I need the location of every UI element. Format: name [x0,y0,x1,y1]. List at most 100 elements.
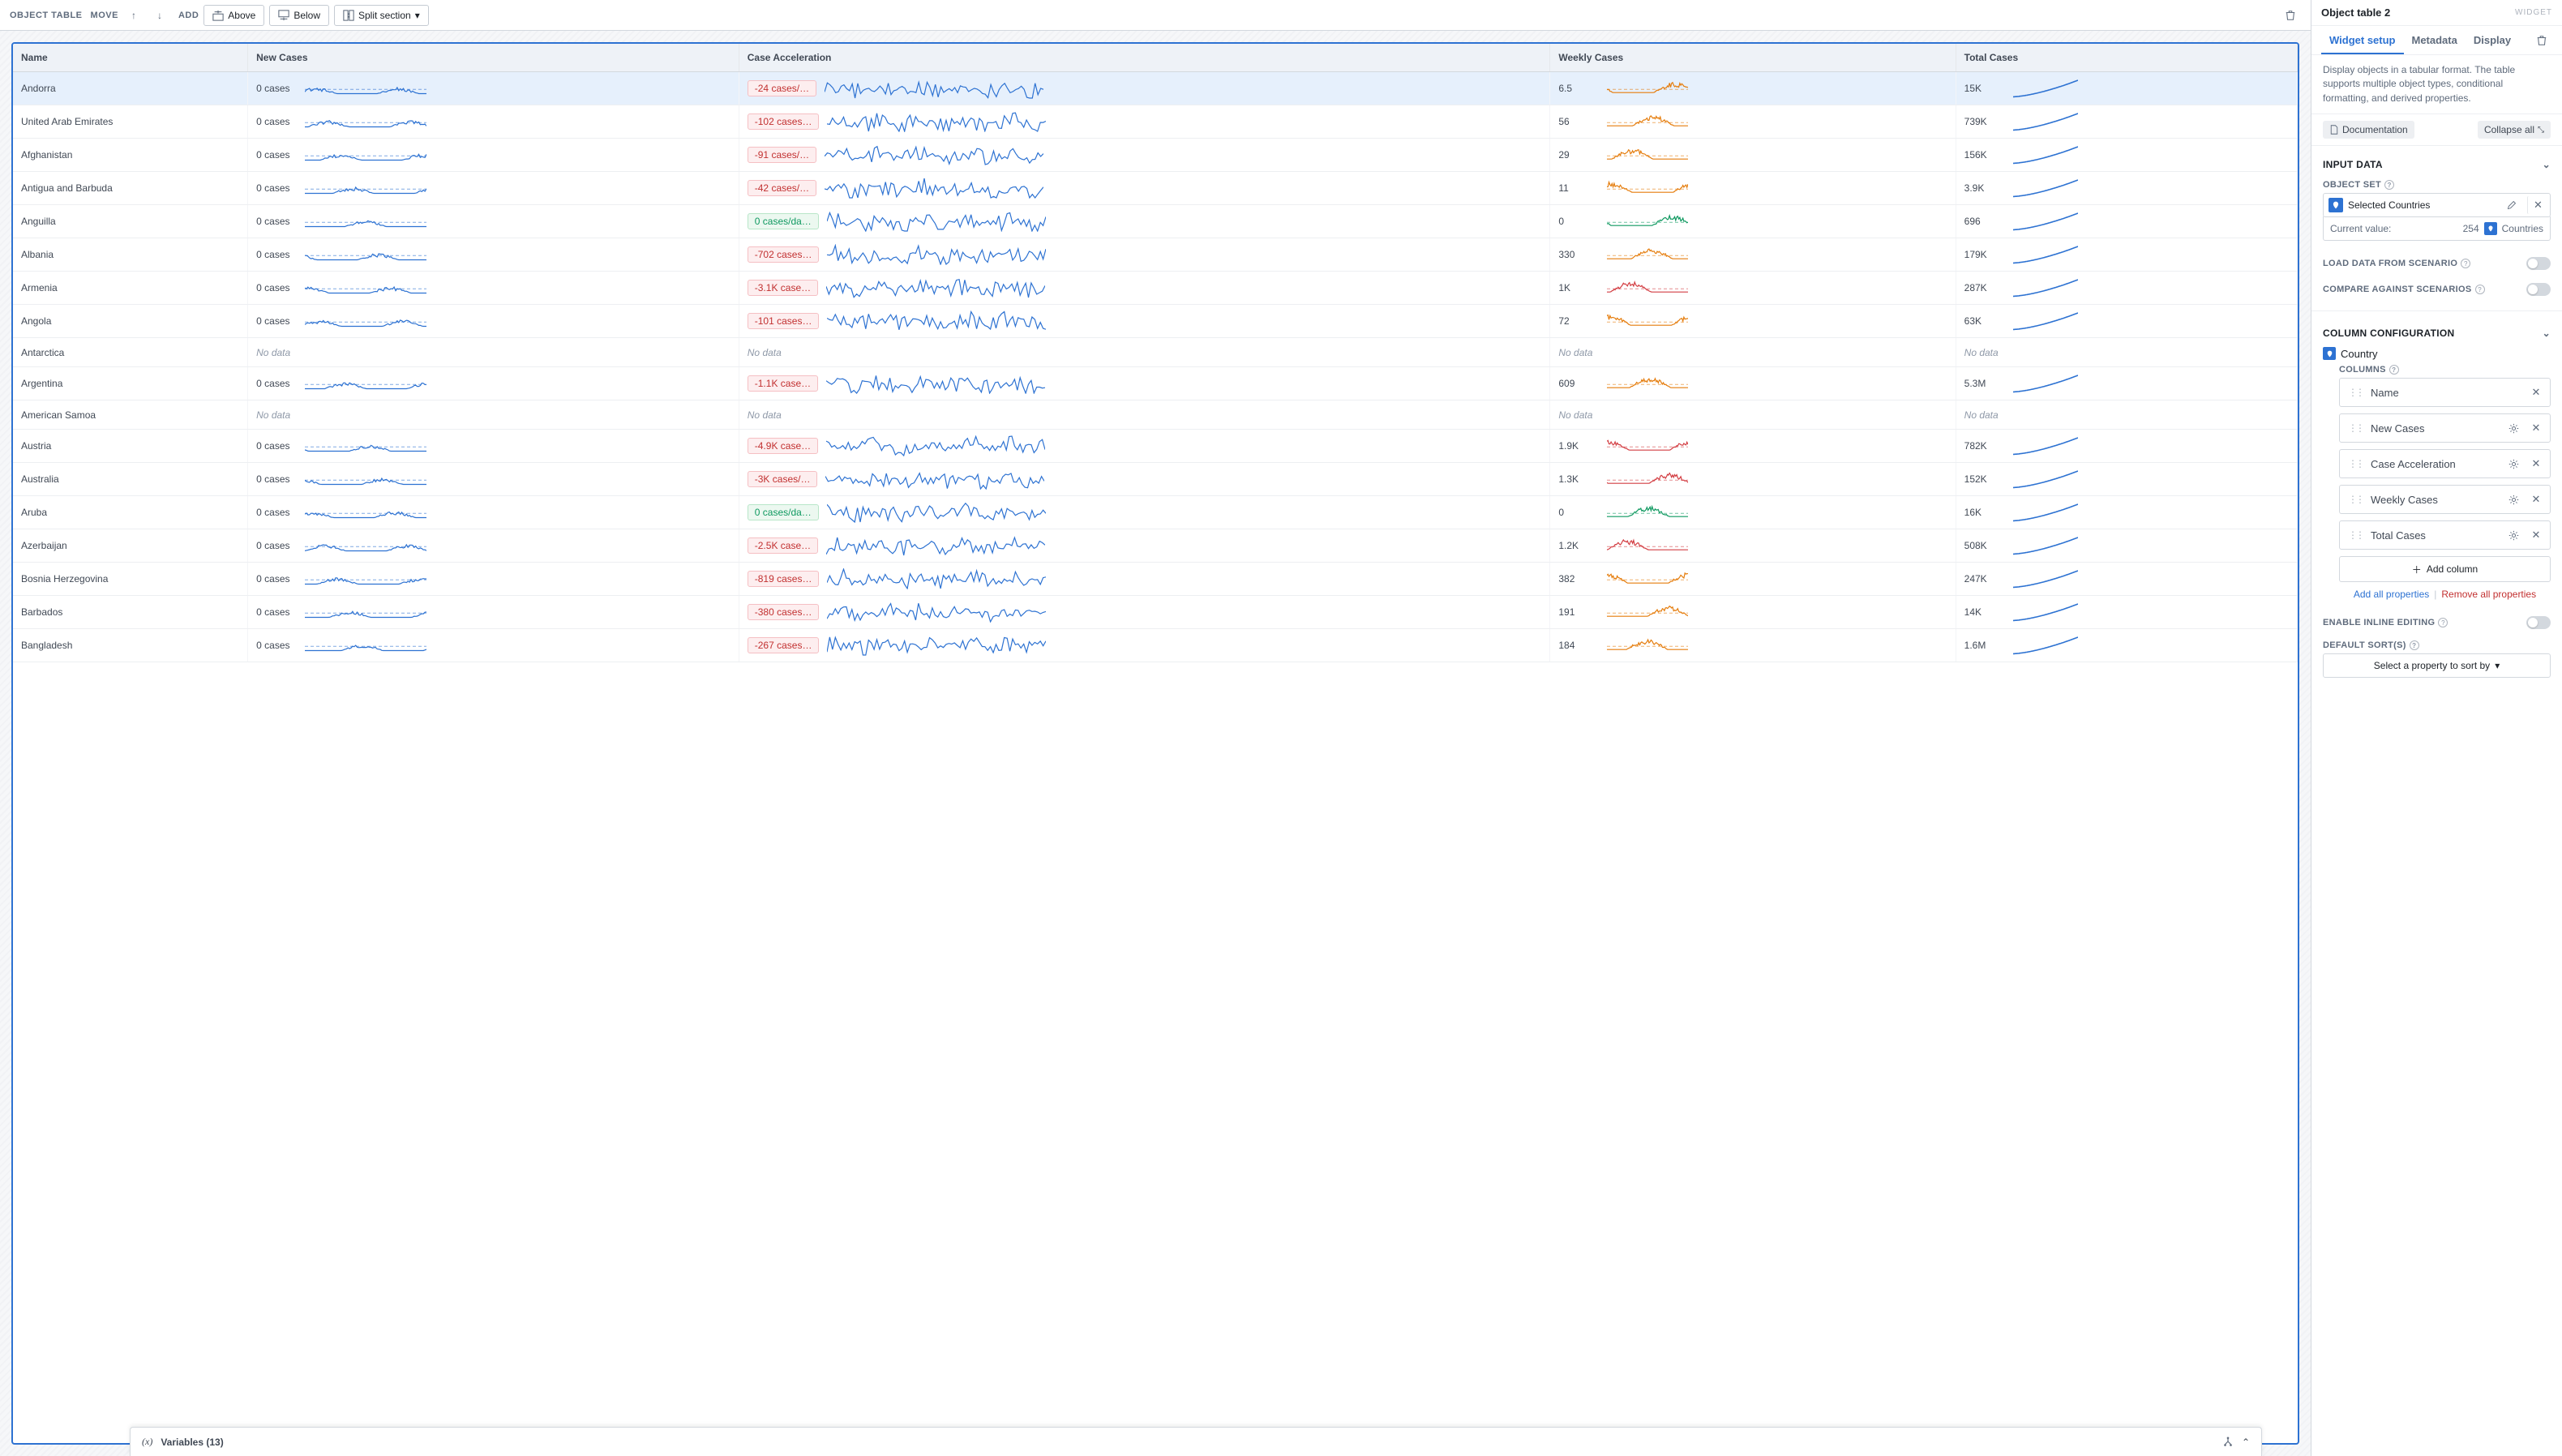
sparkline-weekly [1607,177,1688,199]
load-scenario-toggle[interactable] [2526,257,2551,270]
drag-handle-icon[interactable]: ⋮⋮ [2345,458,2366,469]
acceleration-pill: 0 cases/da… [748,213,819,229]
remove-column-button[interactable]: ✕ [2527,419,2545,437]
column-settings-button[interactable] [2504,455,2522,473]
input-data-heading[interactable]: INPUT DATA ⌄ [2323,154,2551,175]
chevron-down-icon: ⌄ [2543,328,2551,339]
table-row[interactable]: Antigua and Barbuda0 cases-42 cases/…113… [13,172,2298,205]
column-config-item[interactable]: ⋮⋮New Cases✕ [2339,413,2551,443]
sparkline-new-cases [305,143,426,166]
branch-icon[interactable] [2222,1437,2234,1448]
column-config-item[interactable]: ⋮⋮Name✕ [2339,378,2551,407]
column-settings-button[interactable] [2504,419,2522,437]
column-config-item[interactable]: ⋮⋮Total Cases✕ [2339,520,2551,550]
table-row[interactable]: Australia0 cases-3K cases/…1.3K152K [13,463,2298,496]
sparkline-acceleration [826,372,1045,395]
cell-total-cases: 782K [1956,430,2297,463]
help-icon[interactable]: ? [2475,285,2485,294]
add-all-properties-link[interactable]: Add all properties [2354,589,2429,600]
table-row[interactable]: Afghanistan0 cases-91 cases/…29156K [13,139,2298,172]
sparkline-total [2013,601,2078,623]
column-config-item[interactable]: ⋮⋮Weekly Cases✕ [2339,485,2551,514]
section-column-configuration: COLUMN CONFIGURATION ⌄ Country COLUMNS ?… [2311,315,2562,683]
move-up-button[interactable]: ↑ [123,5,144,26]
table-row[interactable]: Armenia0 cases-3.1K case…1K287K [13,272,2298,305]
table-row[interactable]: Barbados0 cases-380 cases…19114K [13,596,2298,629]
table-row[interactable]: Aruba0 cases0 cases/da…016K [13,496,2298,529]
help-icon[interactable]: ? [2410,640,2419,650]
tab-display[interactable]: Display [2466,26,2519,54]
th-name[interactable]: Name [13,44,248,72]
table-row[interactable]: Angola0 cases-101 cases…7263K [13,305,2298,338]
table-row[interactable]: Austria0 cases-4.9K case…1.9K782K [13,430,2298,463]
split-section-button[interactable]: Split section ▾ [334,5,429,26]
cell-name: Albania [13,238,248,272]
tab-widget-setup[interactable]: Widget setup [2321,26,2404,54]
column-config-item[interactable]: ⋮⋮Case Acceleration✕ [2339,449,2551,478]
remove-column-button[interactable]: ✕ [2527,526,2545,544]
clear-object-set-button[interactable]: ✕ [2527,196,2545,214]
object-set-input[interactable]: Selected Countries ✕ [2323,193,2551,217]
sparkline-acceleration [827,110,1046,133]
column-settings-button[interactable] [2504,526,2522,544]
sparkline-new-cases [305,534,426,557]
documentation-link[interactable]: Documentation [2323,121,2414,139]
th-weekly-cases[interactable]: Weekly Cases [1550,44,1956,72]
remove-column-button[interactable]: ✕ [2527,490,2545,508]
th-new-cases[interactable]: New Cases [248,44,739,72]
cell-total-cases: No data [1956,338,2297,367]
remove-column-button[interactable]: ✕ [2527,383,2545,401]
cell-case-acceleration: -91 cases/… [739,139,1550,172]
remove-all-properties-link[interactable]: Remove all properties [2441,589,2536,600]
help-icon[interactable]: ? [2384,180,2394,190]
sparkline-weekly [1607,110,1688,133]
cell-total-cases: 1.6M [1956,629,2297,662]
help-icon[interactable]: ? [2438,618,2448,627]
sparkline-total [2013,243,2078,266]
table-row[interactable]: AntarcticaNo dataNo dataNo dataNo data [13,338,2298,367]
cell-total-cases: 5.3M [1956,367,2297,400]
object-table-widget[interactable]: Name New Cases Case Acceleration Weekly … [11,42,2299,1445]
delete-widget-button[interactable] [2280,5,2301,26]
add-below-button[interactable]: Below [269,5,329,26]
inline-editing-toggle[interactable] [2526,616,2551,629]
add-above-button[interactable]: Above [204,5,264,26]
tab-metadata[interactable]: Metadata [2404,26,2466,54]
help-icon[interactable]: ? [2461,259,2470,268]
sparkline-weekly [1607,435,1688,457]
table-row[interactable]: Bangladesh0 cases-267 cases…1841.6M [13,629,2298,662]
table-row[interactable]: American SamoaNo dataNo dataNo dataNo da… [13,400,2298,430]
drag-handle-icon[interactable]: ⋮⋮ [2345,494,2366,505]
help-icon[interactable]: ? [2389,365,2399,375]
chevron-up-icon[interactable]: ⌃ [2242,1437,2250,1448]
column-settings-button[interactable] [2504,490,2522,508]
table-row[interactable]: Azerbaijan0 cases-2.5K case…1.2K508K [13,529,2298,563]
table-row[interactable]: Argentina0 cases-1.1K case…6095.3M [13,367,2298,400]
current-value-label: Current value: [2330,223,2391,234]
table-row[interactable]: United Arab Emirates0 cases-102 cases…56… [13,105,2298,139]
edit-object-set-button[interactable] [2503,196,2521,214]
th-case-acceleration[interactable]: Case Acceleration [739,44,1550,72]
delete-widget-side-button[interactable] [2531,30,2552,51]
table-row[interactable]: Anguilla0 cases0 cases/da…0696 [13,205,2298,238]
drag-handle-icon[interactable]: ⋮⋮ [2345,422,2366,434]
variables-panel[interactable]: (x) Variables (13) ⌃ [130,1427,2262,1456]
column-config-heading[interactable]: COLUMN CONFIGURATION ⌄ [2323,323,2551,344]
cell-name: Bangladesh [13,629,248,662]
drag-handle-icon[interactable]: ⋮⋮ [2345,529,2366,541]
remove-column-button[interactable]: ✕ [2527,455,2545,473]
collapse-all-button[interactable]: Collapse all ⤡ [2478,121,2551,139]
acceleration-pill: -702 cases… [748,246,820,263]
add-column-button[interactable]: ＋ Add column [2339,556,2551,582]
table-row[interactable]: Bosnia Herzegovina0 cases-819 cases…3822… [13,563,2298,596]
table-row[interactable]: Andorra0 cases-24 cases/…6.515K [13,72,2298,105]
table-row[interactable]: Albania0 cases-702 cases…330179K [13,238,2298,272]
move-down-button[interactable]: ↓ [149,5,170,26]
th-total-cases[interactable]: Total Cases [1956,44,2297,72]
sparkline-new-cases [305,276,426,299]
sparkline-acceleration [827,567,1046,590]
drag-handle-icon[interactable]: ⋮⋮ [2345,387,2366,398]
default-sort-select[interactable]: Select a property to sort by ▾ [2323,653,2551,678]
compare-scenarios-toggle[interactable] [2526,283,2551,296]
variables-label: Variables (13) [161,1437,223,1448]
